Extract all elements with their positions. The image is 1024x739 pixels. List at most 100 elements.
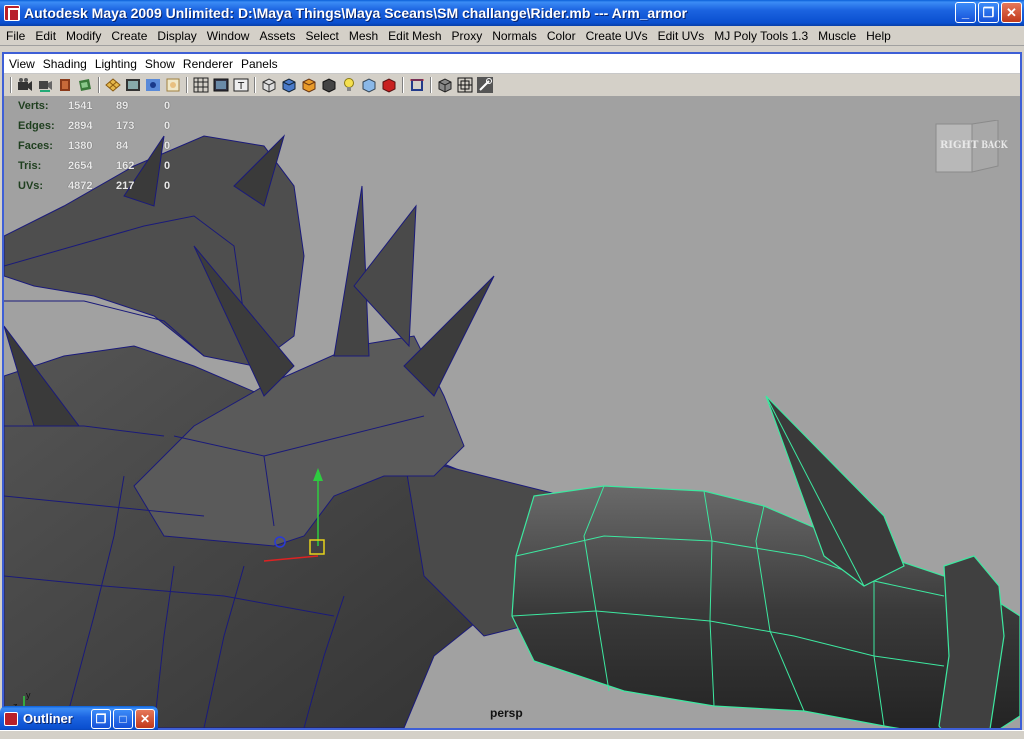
frame-selection-icon[interactable] xyxy=(408,76,426,94)
outliner-restore-button[interactable]: ❐ xyxy=(91,708,111,729)
toolbar-separator xyxy=(186,77,188,93)
main-menu-bar: File Edit Modify Create Display Window A… xyxy=(0,26,1024,46)
hud-row-verts: Verts: 1541 89 0 xyxy=(18,96,194,116)
3d-viewport[interactable]: Verts: 1541 89 0 Edges: 2894 173 0 Faces: 1380 8… xyxy=(4,96,1020,728)
menu-mesh[interactable]: Mesh xyxy=(344,29,383,43)
toolbar-separator xyxy=(10,77,12,93)
hud-value-total: 4872 xyxy=(68,180,93,192)
panel-menu-panels[interactable]: Panels xyxy=(237,57,282,71)
hud-label: Edges: xyxy=(18,120,55,132)
hud-icon[interactable] xyxy=(436,76,454,94)
maya-app-icon[interactable] xyxy=(4,5,20,21)
hud-value-total: 2894 xyxy=(68,120,93,132)
outliner-close-button[interactable]: ✕ xyxy=(135,708,155,729)
menu-create[interactable]: Create xyxy=(106,29,152,43)
hud-label: Verts: xyxy=(18,100,49,112)
hud-value-components: 0 xyxy=(164,160,171,172)
maximize-button[interactable]: ❐ xyxy=(978,2,999,23)
axis-y-label: y xyxy=(26,690,31,700)
hud-value-total: 1380 xyxy=(68,140,93,152)
panel-menu-show[interactable]: Show xyxy=(141,57,179,71)
menu-proxy[interactable]: Proxy xyxy=(447,29,488,43)
poly-count-hud: Verts: 1541 89 0 Edges: 2894 173 0 Faces: 1380 8… xyxy=(18,96,194,196)
menu-edit[interactable]: Edit xyxy=(30,29,61,43)
grid-icon[interactable] xyxy=(104,76,122,94)
hud-row-uvs: UVs: 4872 217 0 xyxy=(18,176,194,196)
model-panel: View Shading Lighting Show Renderer Pane… xyxy=(2,52,1022,730)
menu-modify[interactable]: Modify xyxy=(61,29,106,43)
lights-icon[interactable] xyxy=(260,76,278,94)
hud-label: Tris: xyxy=(18,160,42,172)
toolbar-separator xyxy=(98,77,100,93)
menu-edit-mesh[interactable]: Edit Mesh xyxy=(383,29,446,43)
menu-create-uvs[interactable]: Create UVs xyxy=(581,29,653,43)
title-bar[interactable]: Autodesk Maya 2009 Unlimited: D:\Maya Th… xyxy=(0,0,1024,26)
hud-value-total: 1541 xyxy=(68,100,93,112)
menu-file[interactable]: File xyxy=(0,29,30,43)
panel-menu-lighting[interactable]: Lighting xyxy=(91,57,141,71)
view-cube-right-face[interactable]: RIGHT xyxy=(940,140,978,151)
hud-value-components: 0 xyxy=(164,180,171,192)
outliner-controls: ❐ □ ✕ xyxy=(91,708,155,729)
snapshot-icon[interactable] xyxy=(456,76,474,94)
hud-value-selected: 89 xyxy=(116,100,129,112)
resolution-gate-icon[interactable] xyxy=(144,76,162,94)
bottom-strip xyxy=(0,730,1024,739)
hud-value-selected: 162 xyxy=(116,160,135,172)
outliner-minimized-window[interactable]: Outliner ❐ □ ✕ xyxy=(0,706,158,731)
menu-assets[interactable]: Assets xyxy=(254,29,300,43)
menu-display[interactable]: Display xyxy=(152,29,201,43)
view-cube[interactable]: RIGHT BACK xyxy=(932,119,1008,180)
hud-label: Faces: xyxy=(18,140,53,152)
menu-color[interactable]: Color xyxy=(542,29,581,43)
hud-value-selected: 217 xyxy=(116,180,135,192)
hud-row-faces: Faces: 1380 84 0 xyxy=(18,136,194,156)
image-plane-icon[interactable] xyxy=(76,76,94,94)
hud-row-edges: Edges: 2894 173 0 xyxy=(18,116,194,136)
default-light-icon[interactable] xyxy=(360,76,378,94)
safe-area-icon[interactable] xyxy=(164,76,182,94)
panel-menu-renderer[interactable]: Renderer xyxy=(179,57,237,71)
isolate-select-icon[interactable] xyxy=(320,76,338,94)
bookmark-icon[interactable] xyxy=(56,76,74,94)
menu-select[interactable]: Select xyxy=(300,29,343,43)
hud-value-total: 2654 xyxy=(68,160,93,172)
outliner-maximize-button[interactable]: □ xyxy=(113,708,133,729)
window-controls: _ ❐ ✕ xyxy=(955,2,1022,23)
view-cube-back-face[interactable]: BACK xyxy=(981,140,1007,151)
close-button[interactable]: ✕ xyxy=(1001,2,1022,23)
menu-help[interactable]: Help xyxy=(861,29,896,43)
toolbar-separator xyxy=(402,77,404,93)
light-bulb-icon[interactable] xyxy=(340,76,358,94)
svg-text:T: T xyxy=(237,81,245,92)
camera-icon[interactable] xyxy=(16,76,34,94)
hud-value-selected: 84 xyxy=(116,140,129,152)
panel-menu-view[interactable]: View xyxy=(4,57,39,71)
wrench-icon[interactable] xyxy=(476,76,494,94)
panel-toolbar: T xyxy=(4,74,1020,96)
minimize-button[interactable]: _ xyxy=(955,2,976,23)
menu-edit-uvs[interactable]: Edit UVs xyxy=(653,29,710,43)
smooth-shade-icon[interactable] xyxy=(212,76,230,94)
maya-window: Autodesk Maya 2009 Unlimited: D:\Maya Th… xyxy=(0,0,1024,739)
menu-mj-poly-tools[interactable]: MJ Poly Tools 1.3 xyxy=(709,29,813,43)
outliner-title: Outliner xyxy=(23,711,73,726)
toolbar-separator xyxy=(254,77,256,93)
window-title: Autodesk Maya 2009 Unlimited: D:\Maya Th… xyxy=(24,5,688,21)
hud-row-tris: Tris: 2654 162 0 xyxy=(18,156,194,176)
panel-menu-bar: View Shading Lighting Show Renderer Pane… xyxy=(4,54,1020,74)
textured-icon[interactable]: T xyxy=(232,76,250,94)
menu-normals[interactable]: Normals xyxy=(487,29,542,43)
hud-label: UVs: xyxy=(18,180,44,192)
outliner-icon xyxy=(4,711,18,726)
camera-label: persp xyxy=(490,706,523,720)
camera-attributes-icon[interactable] xyxy=(36,76,54,94)
render-icon[interactable] xyxy=(380,76,398,94)
shadows-icon[interactable] xyxy=(280,76,298,94)
film-gate-icon[interactable] xyxy=(124,76,142,94)
wireframe-icon[interactable] xyxy=(192,76,210,94)
xray-icon[interactable] xyxy=(300,76,318,94)
panel-menu-shading[interactable]: Shading xyxy=(39,57,91,71)
menu-muscle[interactable]: Muscle xyxy=(813,29,861,43)
menu-window[interactable]: Window xyxy=(202,29,255,43)
